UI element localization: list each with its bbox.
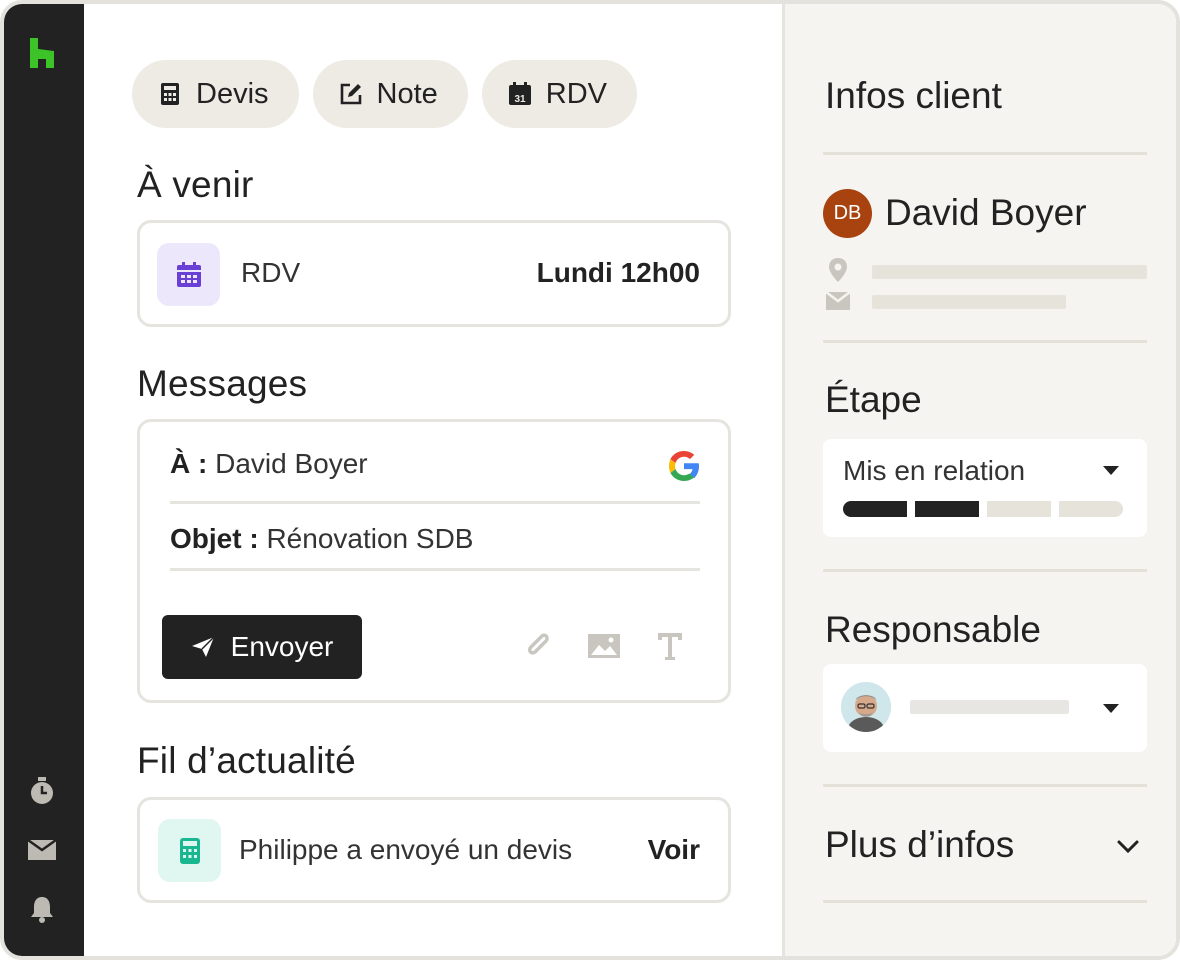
panel-divider [823, 569, 1147, 572]
upcoming-title: À venir [137, 164, 254, 205]
location-pin-icon [825, 257, 851, 283]
appointment-time: Lundi 12h00 [536, 257, 700, 288]
quick-actions: Devis Note 31 RDV [132, 60, 638, 128]
messages-title: Messages [137, 363, 308, 404]
subject-value: Rénovation SDB [266, 523, 474, 554]
field-divider [170, 568, 700, 571]
chevron-down-icon[interactable] [1115, 834, 1141, 860]
panel-divider [823, 340, 1147, 343]
calculator-badge [158, 819, 221, 882]
panel-divider [823, 784, 1147, 787]
appointment-button[interactable]: 31 RDV [481, 60, 638, 128]
progress-step-1 [843, 501, 907, 517]
send-button-label: Envoyer [230, 631, 334, 662]
email-placeholder [872, 295, 1066, 309]
caret-down-icon[interactable] [1103, 466, 1119, 475]
owner-name-placeholder [910, 700, 1069, 714]
bell-icon[interactable] [26, 893, 58, 925]
calculator-icon [158, 82, 182, 106]
message-composer: À : David Boyer Objet : Rénovation SDB E… [137, 419, 731, 703]
app-window: Devis Note 31 RDV À venir RDV Lundi 12h0… [0, 0, 1180, 960]
recipient-field[interactable]: À : David Boyer [170, 448, 700, 480]
client-name: David Boyer [885, 192, 1087, 233]
timer-icon[interactable] [26, 775, 58, 807]
appointment-button-label: RDV [545, 77, 608, 110]
google-icon [666, 448, 702, 484]
stage-progress [843, 501, 1123, 517]
panel-divider [823, 152, 1147, 155]
address-placeholder [872, 265, 1147, 279]
panel-divider [823, 900, 1147, 903]
view-link[interactable]: Voir [648, 834, 700, 866]
note-button-label: Note [376, 77, 438, 110]
appointment-label: RDV [241, 257, 301, 288]
owner-select[interactable] [823, 664, 1147, 752]
calculator-icon [179, 837, 200, 864]
quote-button[interactable]: Devis [132, 60, 299, 128]
progress-step-2 [915, 501, 979, 517]
main-column: Devis Note 31 RDV À venir RDV Lundi 12h0… [84, 4, 782, 956]
more-info-title[interactable]: Plus d’infos [825, 824, 1014, 866]
calendar-icon: 31 [508, 82, 532, 106]
recipient-label: À : [170, 448, 208, 479]
caret-down-icon[interactable] [1103, 704, 1119, 713]
quote-button-label: Devis [196, 77, 269, 110]
progress-step-3 [987, 501, 1051, 517]
note-button[interactable]: Note [312, 60, 468, 128]
client-panel-title: Infos client [825, 75, 1002, 116]
stage-title: Étape [825, 379, 922, 420]
client-panel: Infos client DB David Boyer Étape Mis en… [782, 4, 1176, 956]
edit-note-icon [339, 82, 363, 106]
calendar-grid-icon [176, 261, 201, 287]
subject-label: Objet : [170, 523, 259, 554]
side-rail [4, 4, 84, 956]
calendar-day-text: 31 [514, 94, 526, 105]
feed-item-text: Philippe a envoyé un devis [239, 834, 573, 865]
feed-item: Philippe a envoyé un devis Voir [137, 797, 731, 903]
client-avatar: DB [823, 189, 872, 238]
field-divider [170, 501, 700, 504]
attachment-icon[interactable] [520, 628, 556, 664]
subject-field[interactable]: Objet : Rénovation SDB [170, 523, 700, 555]
send-icon [191, 636, 215, 657]
send-button[interactable]: Envoyer [162, 615, 362, 679]
recipient-value: David Boyer [215, 448, 368, 479]
upcoming-appointment-card[interactable]: RDV Lundi 12h00 [137, 220, 731, 327]
calendar-badge [157, 243, 220, 306]
image-icon[interactable] [586, 628, 622, 664]
owner-avatar [841, 682, 891, 732]
stage-select[interactable]: Mis en relation [823, 439, 1147, 537]
progress-step-4 [1059, 501, 1123, 517]
text-format-icon[interactable] [652, 628, 688, 664]
mail-icon [825, 288, 851, 314]
owner-title: Responsable [825, 609, 1041, 650]
feed-title: Fil d’actualité [137, 740, 356, 781]
inbox-icon[interactable] [26, 834, 58, 866]
logo-icon[interactable] [26, 36, 58, 70]
stage-value: Mis en relation [843, 455, 1026, 486]
